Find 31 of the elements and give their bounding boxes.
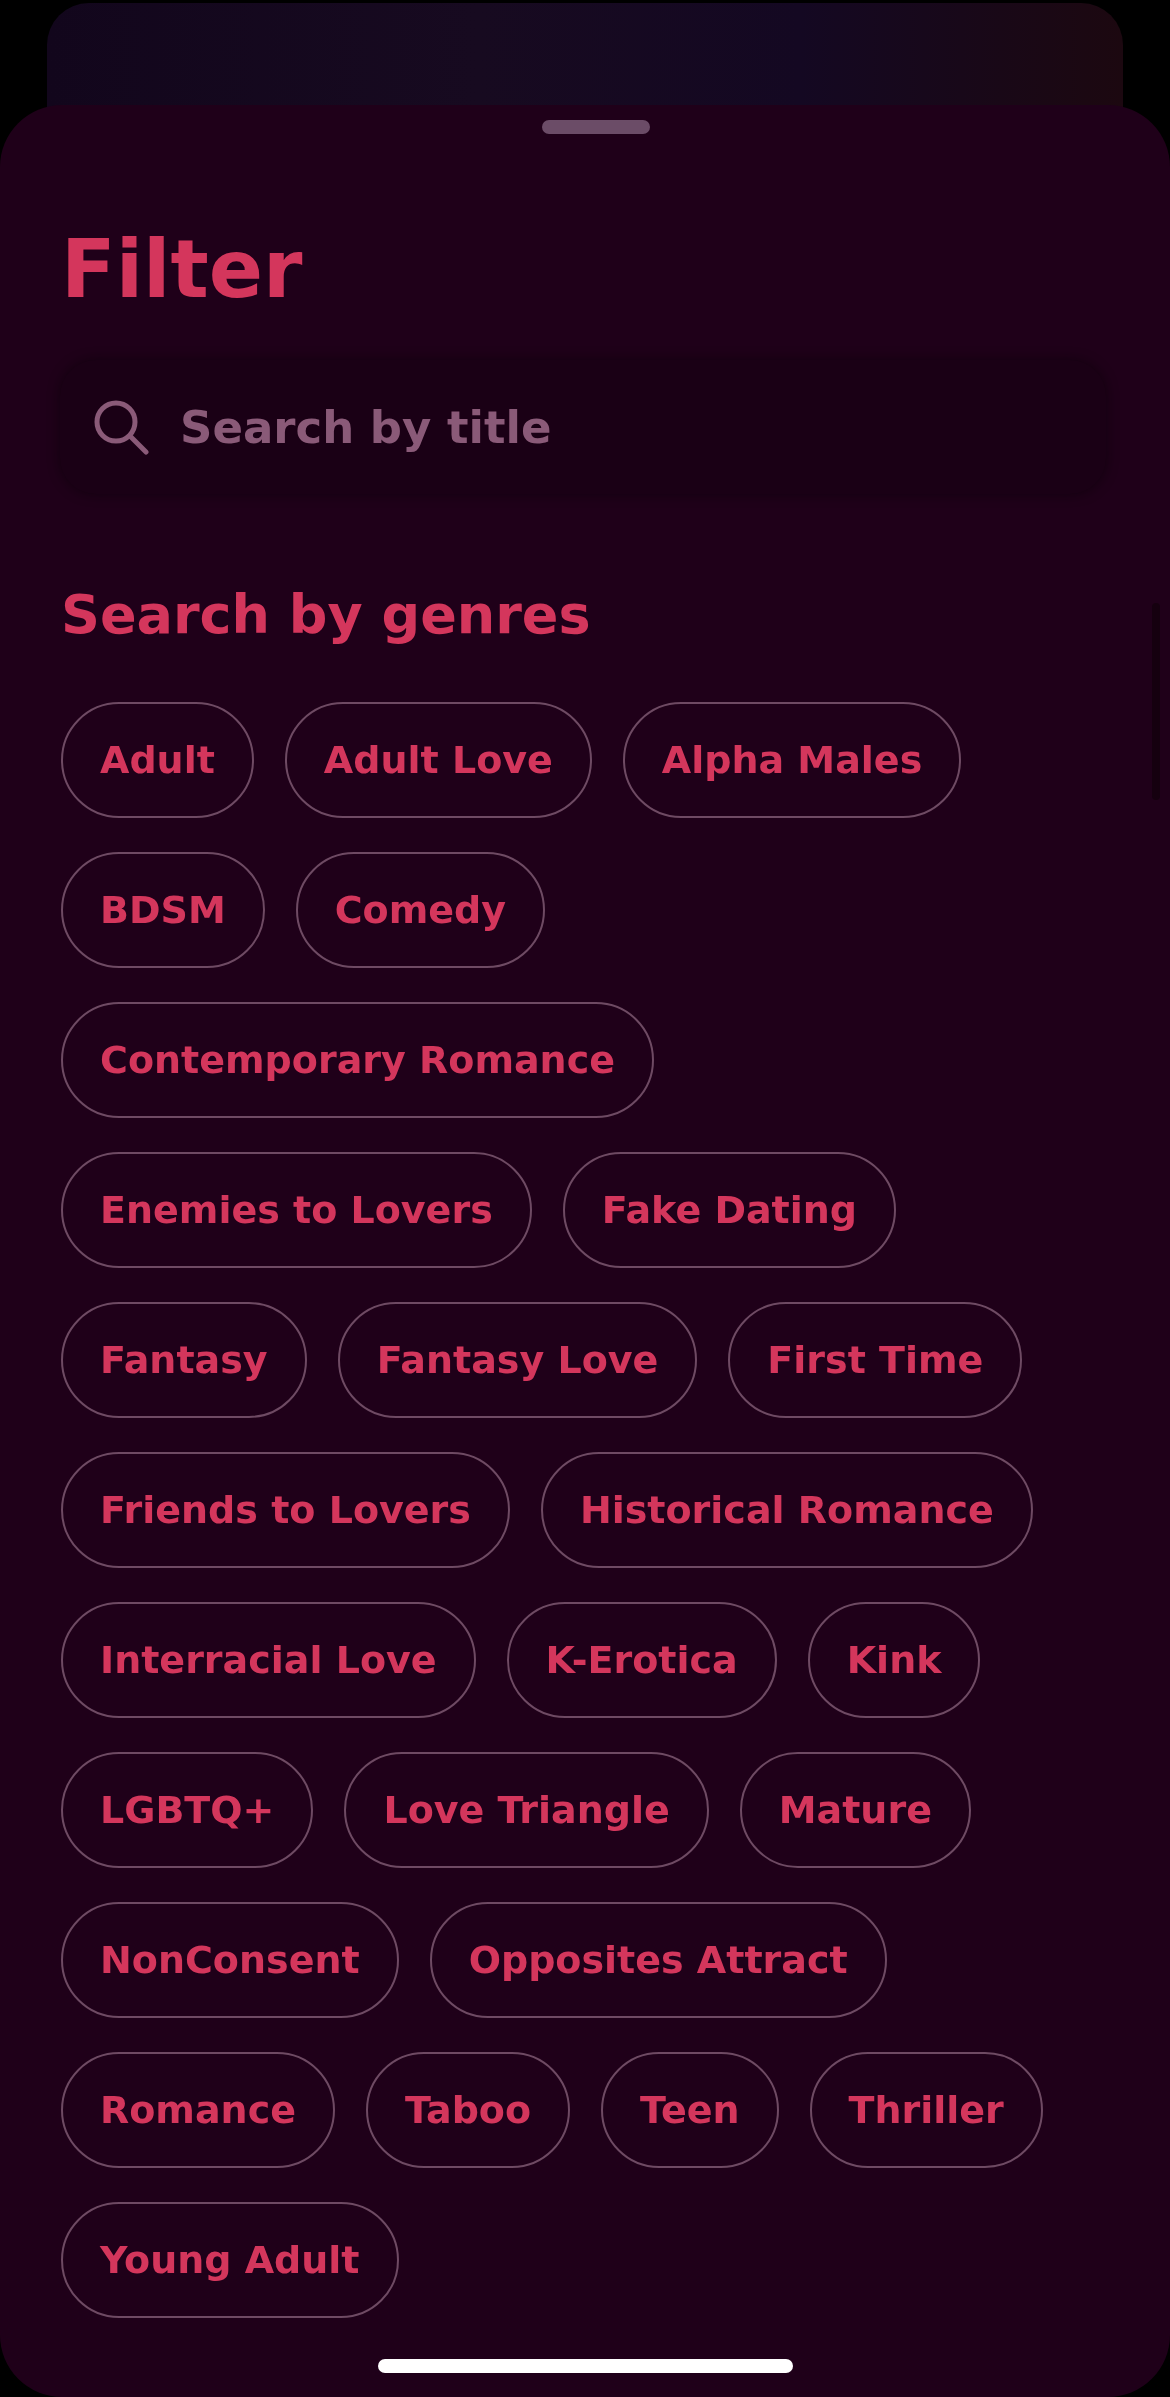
- genre-chip[interactable]: NonConsent: [61, 1902, 399, 2018]
- genre-chip[interactable]: Alpha Males: [622, 702, 962, 818]
- genre-chip[interactable]: Thriller: [809, 2052, 1043, 2168]
- genre-chip[interactable]: Fake Dating: [562, 1152, 896, 1268]
- genre-chip[interactable]: Kink: [807, 1602, 981, 1718]
- genre-chip[interactable]: BDSM: [61, 852, 265, 968]
- genre-chip[interactable]: Mature: [739, 1752, 971, 1868]
- genre-chip[interactable]: K-Erotica: [506, 1602, 777, 1718]
- genre-chip[interactable]: Love Triangle: [344, 1752, 709, 1868]
- genre-chip[interactable]: LGBTQ+: [61, 1752, 314, 1868]
- genre-chip[interactable]: Teen: [601, 2052, 779, 2168]
- genre-chip[interactable]: Young Adult: [61, 2202, 399, 2318]
- section-heading: Search by genres: [61, 588, 591, 642]
- search-icon: [93, 399, 149, 455]
- genre-chip[interactable]: Friends to Lovers: [61, 1452, 510, 1568]
- genre-chip[interactable]: Enemies to Lovers: [61, 1152, 532, 1268]
- genre-chip[interactable]: Fantasy Love: [337, 1302, 698, 1418]
- search-field[interactable]: Search by title: [60, 360, 1106, 494]
- genre-chip[interactable]: Fantasy: [61, 1302, 307, 1418]
- genre-chip[interactable]: Historical Romance: [540, 1452, 1033, 1568]
- genre-chip[interactable]: Opposites Attract: [429, 1902, 887, 2018]
- genre-chip[interactable]: Interracial Love: [61, 1602, 476, 1718]
- genre-chip[interactable]: First Time: [728, 1302, 1023, 1418]
- genre-chip[interactable]: Contemporary Romance: [61, 1002, 654, 1118]
- sheet-title: Filter: [61, 230, 303, 310]
- genre-chip[interactable]: Adult: [61, 702, 254, 818]
- genre-chip[interactable]: Taboo: [365, 2052, 571, 2168]
- genre-chip[interactable]: Comedy: [295, 852, 546, 968]
- genre-chip[interactable]: Romance: [61, 2052, 335, 2168]
- drag-handle[interactable]: [542, 120, 650, 134]
- genre-chip[interactable]: Adult Love: [284, 702, 592, 818]
